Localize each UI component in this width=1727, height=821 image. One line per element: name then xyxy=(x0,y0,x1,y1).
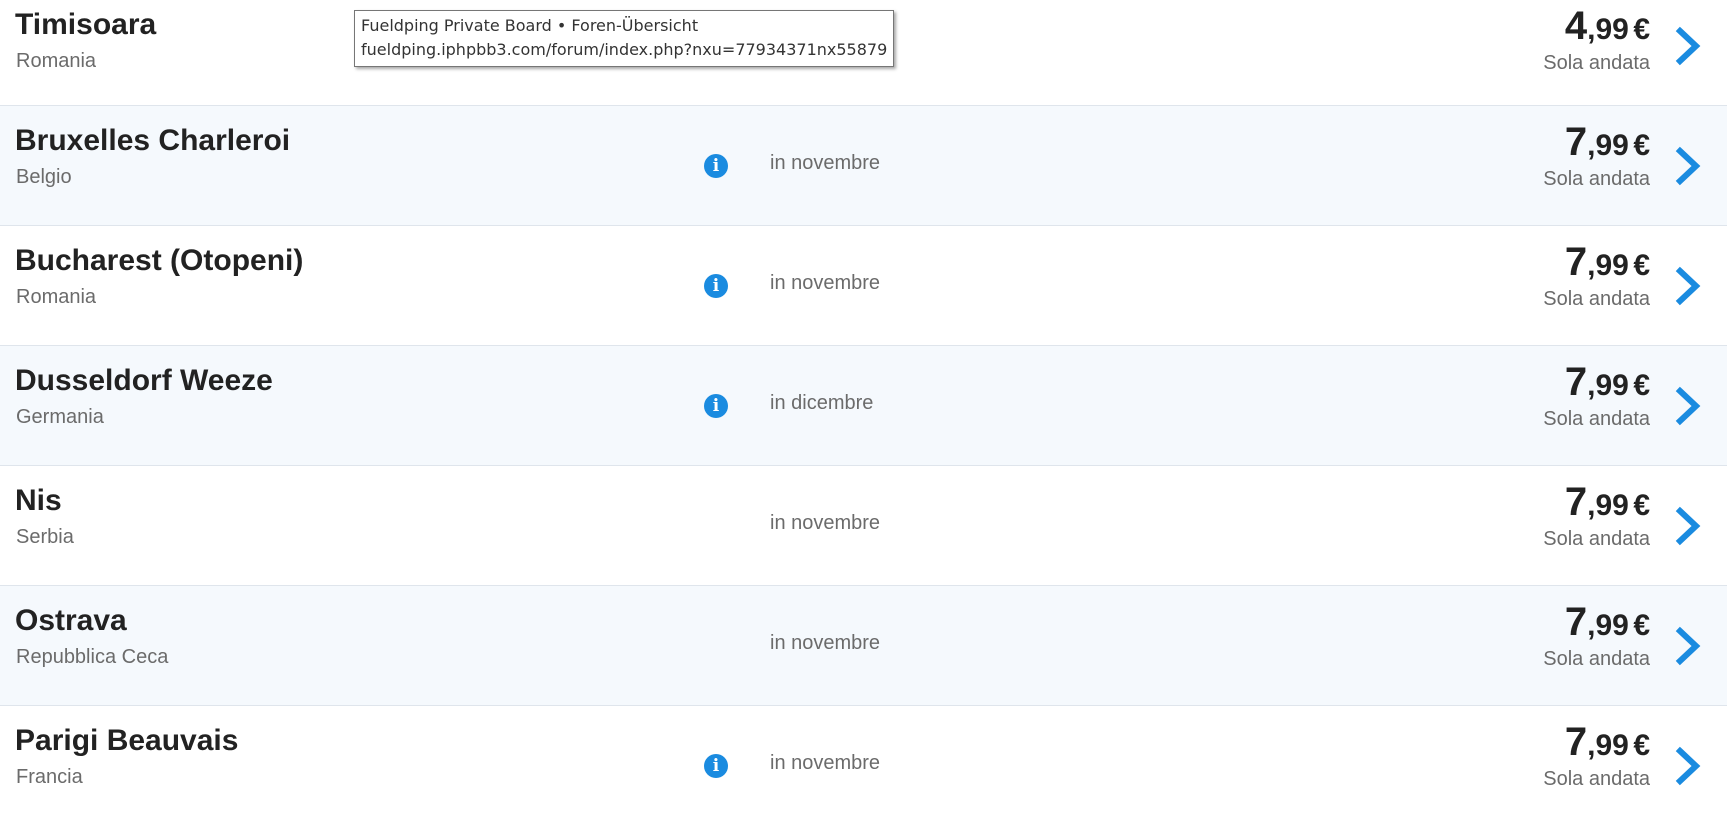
destination-list: Fueldping Private Board • Foren-Übersich… xyxy=(0,0,1727,821)
destination-country: Serbia xyxy=(16,526,74,548)
fare-price-integer: 7 xyxy=(1564,360,1588,404)
fare-price-integer: 7 xyxy=(1564,240,1588,284)
tooltip-url: fueldping.iphpbb3.com/forum/index.php?nx… xyxy=(361,40,888,59)
trip-type: Sola andata xyxy=(1543,648,1650,670)
fare-price-decimal: ,99 xyxy=(1587,13,1629,46)
destination-row[interactable]: Bruxelles Charleroi Belgio i in novembre… xyxy=(0,106,1727,226)
fare-currency: € xyxy=(1633,129,1650,162)
destination-row[interactable]: Nis Serbia in novembre 7,99 € Sola andat… xyxy=(0,466,1727,586)
fare-price-integer: 7 xyxy=(1564,480,1588,524)
fare-price: 7,99 € xyxy=(1565,240,1650,285)
tooltip-title: Fueldping Private Board • Foren-Übersich… xyxy=(361,16,699,35)
info-icon[interactable]: i xyxy=(704,154,728,178)
destination-city: Ostrava xyxy=(15,604,127,637)
info-icon[interactable]: i xyxy=(704,394,728,418)
fare-month: in dicembre xyxy=(770,392,874,414)
destination-row[interactable]: Dusseldorf Weeze Germania i in dicembre … xyxy=(0,346,1727,466)
chevron-right-icon[interactable] xyxy=(1671,746,1705,786)
link-tooltip: Fueldping Private Board • Foren-Übersich… xyxy=(354,10,895,67)
info-icon[interactable]: i xyxy=(704,754,728,778)
fare-month: in novembre xyxy=(770,512,881,534)
trip-type: Sola andata xyxy=(1543,768,1650,790)
destination-country: Germania xyxy=(16,406,104,428)
destination-row[interactable]: Parigi Beauvais Francia i in novembre 7,… xyxy=(0,706,1727,821)
fare-currency: € xyxy=(1633,13,1650,46)
fare-price: 7,99 € xyxy=(1565,480,1650,525)
fare-currency: € xyxy=(1633,249,1650,282)
fare-currency: € xyxy=(1633,489,1650,522)
chevron-right-icon[interactable] xyxy=(1671,626,1705,666)
fare-price: 7,99 € xyxy=(1565,720,1650,765)
fare-price: 7,99 € xyxy=(1565,360,1650,405)
chevron-right-icon[interactable] xyxy=(1671,506,1705,546)
destination-country: Romania xyxy=(16,50,97,72)
fare-price-decimal: ,99 xyxy=(1587,609,1629,642)
fare-currency: € xyxy=(1633,369,1650,402)
fare-price-decimal: ,99 xyxy=(1587,369,1629,402)
fare-price-integer: 7 xyxy=(1564,600,1588,644)
destination-city: Bucharest (Otopeni) xyxy=(15,244,304,277)
fare-month: in novembre xyxy=(770,752,881,774)
trip-type: Sola andata xyxy=(1543,528,1650,550)
destination-city: Dusseldorf Weeze xyxy=(15,364,273,397)
destination-country: Francia xyxy=(16,766,83,788)
destination-city: Parigi Beauvais xyxy=(15,724,239,757)
fare-price-decimal: ,99 xyxy=(1587,729,1629,762)
fare-price-integer: 4 xyxy=(1564,4,1588,48)
fare-price-integer: 7 xyxy=(1564,720,1588,764)
chevron-right-icon[interactable] xyxy=(1671,26,1705,66)
destination-row[interactable]: Bucharest (Otopeni) Romania i in novembr… xyxy=(0,226,1727,346)
destination-city: Nis xyxy=(15,484,62,517)
fare-month: in novembre xyxy=(770,152,881,174)
fare-price-integer: 7 xyxy=(1564,120,1588,164)
destination-city: Timisoara xyxy=(15,8,157,41)
chevron-right-icon[interactable] xyxy=(1671,386,1705,426)
fare-price-decimal: ,99 xyxy=(1587,489,1629,522)
chevron-right-icon[interactable] xyxy=(1671,266,1705,306)
destination-city: Bruxelles Charleroi xyxy=(15,124,291,157)
fare-price: 7,99 € xyxy=(1565,600,1650,645)
chevron-right-icon[interactable] xyxy=(1671,146,1705,186)
trip-type: Sola andata xyxy=(1543,168,1650,190)
fare-price-decimal: ,99 xyxy=(1587,129,1629,162)
destination-row[interactable]: Ostrava Repubblica Ceca in novembre 7,99… xyxy=(0,586,1727,706)
fare-price-decimal: ,99 xyxy=(1587,249,1629,282)
fare-price: 7,99 € xyxy=(1565,120,1650,165)
trip-type: Sola andata xyxy=(1543,288,1650,310)
fare-price: 4,99 € xyxy=(1565,4,1650,49)
fare-currency: € xyxy=(1633,729,1650,762)
fare-month: in novembre xyxy=(770,272,881,294)
destination-country: Repubblica Ceca xyxy=(16,646,169,668)
destination-country: Belgio xyxy=(16,166,72,188)
fare-month: in novembre xyxy=(770,632,881,654)
info-icon[interactable]: i xyxy=(704,274,728,298)
trip-type: Sola andata xyxy=(1543,408,1650,430)
trip-type: Sola andata xyxy=(1543,52,1650,74)
destination-country: Romania xyxy=(16,286,97,308)
fare-currency: € xyxy=(1633,609,1650,642)
